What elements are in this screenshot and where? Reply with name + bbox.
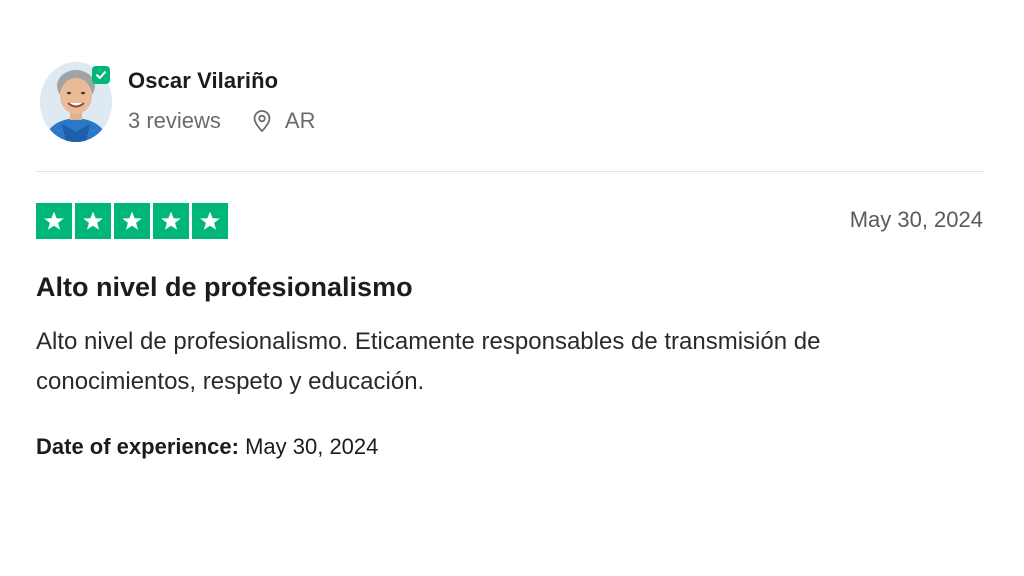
star-icon — [83, 211, 103, 230]
experience-label: Date of experience: — [36, 434, 246, 459]
star-1 — [36, 203, 72, 239]
star-5 — [192, 203, 228, 239]
star-icon — [161, 211, 181, 230]
star-icon — [122, 211, 142, 230]
star-rating — [36, 203, 231, 239]
location-code: AR — [284, 108, 316, 133]
review-title[interactable]: Alto nivel de profesionalismo — [36, 271, 413, 303]
star-4 — [153, 203, 189, 239]
verified-badge — [92, 66, 110, 84]
reviewer-location: AR — [251, 108, 316, 134]
experience-date: May 30, 2024 — [245, 434, 379, 459]
reviewer-meta: 3 reviews AR — [128, 108, 315, 134]
divider — [36, 171, 984, 172]
star-3 — [114, 203, 150, 239]
date-of-experience: Date of experience: May 30, 2024 — [36, 434, 378, 460]
reviewer-header: Oscar Vilariño 3 reviews AR — [38, 62, 315, 142]
star-2 — [75, 203, 111, 239]
reviewer-name[interactable]: Oscar Vilariño — [128, 68, 315, 94]
review-card: Oscar Vilariño 3 reviews AR May 30, 2024… — [0, 0, 1024, 576]
map-pin-icon — [253, 110, 271, 133]
review-body: Alto nivel de profesionalismo. Eticament… — [36, 328, 821, 395]
reviews-count: 3 reviews — [128, 108, 221, 133]
reviewer-info: Oscar Vilariño 3 reviews AR — [128, 62, 315, 134]
check-badge-icon — [96, 71, 106, 79]
avatar-container[interactable] — [38, 62, 112, 142]
star-icon — [200, 211, 220, 230]
star-icon — [44, 211, 64, 230]
review-date: May 30, 2024 — [849, 207, 983, 232]
